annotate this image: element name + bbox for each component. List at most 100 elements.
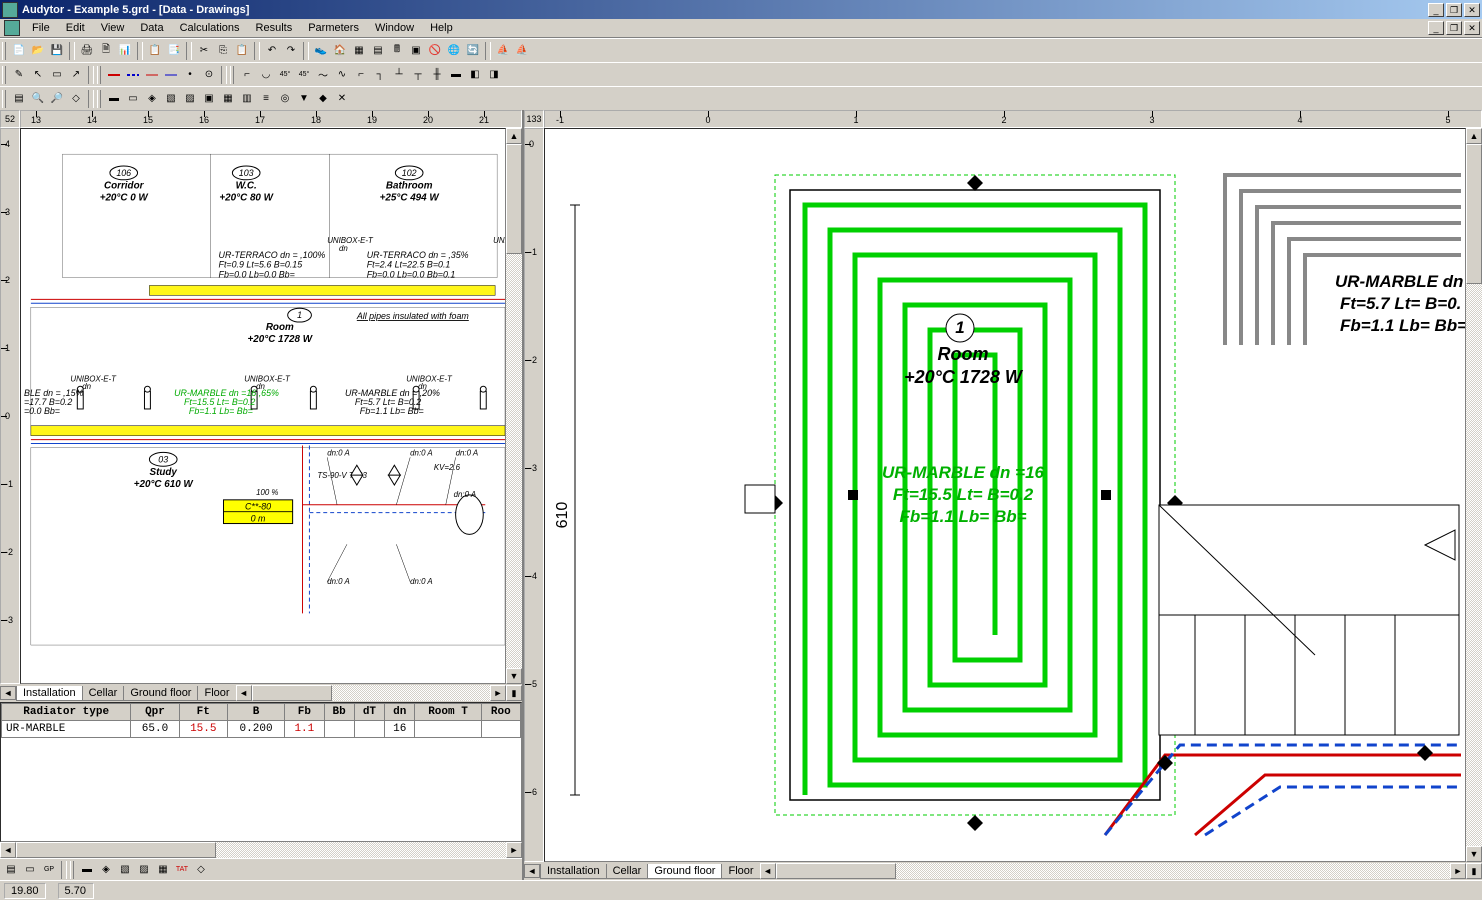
tab-cellar[interactable]: Cellar	[82, 686, 125, 701]
tab-installation[interactable]: Installation	[540, 864, 607, 879]
cut-button[interactable]: ✂	[195, 42, 213, 60]
erase-button[interactable]: ◇	[67, 90, 85, 108]
pointer-tool[interactable]: ✎	[10, 66, 28, 84]
warn-button[interactable]: 🚫	[426, 42, 444, 60]
opt3-button[interactable]: ◈	[143, 90, 161, 108]
pipe-blue-thin-button[interactable]	[162, 66, 180, 84]
toolbar-grip[interactable]	[97, 90, 101, 108]
select-tool[interactable]: ↖	[29, 66, 47, 84]
endpoint-button[interactable]: ⊙	[200, 66, 218, 84]
arc45b-button[interactable]: 45°	[295, 66, 313, 84]
opt9-button[interactable]: ≡	[257, 90, 275, 108]
opt13-button[interactable]: ✕	[333, 90, 351, 108]
refresh-button[interactable]: 🔄	[464, 42, 482, 60]
menu-help[interactable]: Help	[422, 20, 461, 36]
scroll-right-button[interactable]: ►	[1450, 863, 1466, 879]
toolbar-grip[interactable]	[2, 90, 6, 108]
mdi-restore-button[interactable]: ❐	[1446, 21, 1462, 35]
table-button[interactable]: ▦	[350, 42, 368, 60]
menu-parmeters[interactable]: Parmeters	[300, 20, 367, 36]
tab-floor[interactable]: Floor	[721, 864, 760, 879]
opt12-button[interactable]: ◆	[314, 90, 332, 108]
toolbar-grip[interactable]	[2, 42, 6, 60]
opt11-button[interactable]: ▼	[295, 90, 313, 108]
copy-sheet-button[interactable]: 📑	[165, 42, 183, 60]
left-canvas[interactable]: 106 Corridor +20°C 0 W 103 W.C. +20°C 80…	[20, 128, 506, 684]
maximize-button[interactable]: ❐	[1446, 3, 1462, 17]
opt8-button[interactable]: ▥	[238, 90, 256, 108]
menu-edit[interactable]: Edit	[58, 20, 93, 36]
tab-ground-floor[interactable]: Ground floor	[647, 864, 722, 879]
tab-installation[interactable]: Installation	[16, 686, 83, 701]
col-qpr[interactable]: Qpr	[131, 704, 179, 721]
scroll-up-button[interactable]: ▲	[506, 128, 522, 144]
col-roo[interactable]: Roo	[481, 704, 520, 721]
pipe-blue-dash-button[interactable]	[124, 66, 142, 84]
cell-b[interactable]: 0.200	[227, 721, 284, 738]
scroll-up-button[interactable]: ▲	[1466, 128, 1482, 144]
cell-qpr[interactable]: 65.0	[131, 721, 179, 738]
tee-up-button[interactable]: ┴	[390, 66, 408, 84]
elbow2-button[interactable]: ┐	[371, 66, 389, 84]
earth-button[interactable]: 🌐	[445, 42, 463, 60]
opt4-button[interactable]: ▧	[162, 90, 180, 108]
data-grid[interactable]: Radiator typeQprFtBFbBbdTdnRoom TRooUR-M…	[0, 702, 522, 842]
scroll-down-button[interactable]: ▼	[506, 668, 522, 684]
menu-view[interactable]: View	[93, 20, 133, 36]
device2-button[interactable]: ◨	[485, 66, 503, 84]
elbow-button[interactable]: ⌐	[352, 66, 370, 84]
tab-cellar[interactable]: Cellar	[606, 864, 649, 879]
col-ft[interactable]: Ft	[179, 704, 227, 721]
table-scroll-right-button[interactable]: ►	[506, 842, 522, 858]
cell-roomt[interactable]	[415, 721, 481, 738]
scroll-left-button[interactable]: ◄	[236, 685, 252, 701]
opt10-button[interactable]: ◎	[276, 90, 294, 108]
cell-type[interactable]: UR-MARBLE	[2, 721, 131, 738]
cell-dn[interactable]: 16	[385, 721, 415, 738]
arc-button[interactable]: ◡	[257, 66, 275, 84]
right-vertical-scrollbar[interactable]: ▲ ▼	[1466, 128, 1482, 862]
mini-opt1[interactable]: ▤	[2, 861, 20, 879]
split-button[interactable]: ▮	[1466, 863, 1482, 879]
close-button[interactable]: ✕	[1464, 3, 1480, 17]
cell-ft[interactable]: 15.5	[179, 721, 227, 738]
print-preview-button[interactable]: 🖨	[78, 42, 96, 60]
mini-opt3[interactable]: GP	[40, 861, 58, 879]
toolbar-grip[interactable]	[230, 66, 234, 84]
redo-button[interactable]: ↷	[282, 42, 300, 60]
tab-floor[interactable]: Floor	[197, 686, 236, 701]
zoom-out-button[interactable]: 🔎	[48, 90, 66, 108]
toolbar-grip[interactable]	[2, 66, 6, 84]
right-canvas[interactable]: 1 Room +20°C 1728 W UR-MARBLE dn =16 Ft=…	[544, 128, 1466, 862]
scroll-left-button[interactable]: ◄	[760, 863, 776, 879]
calc-button[interactable]: 🖩	[388, 42, 406, 60]
arrow-tool[interactable]: ↗	[67, 66, 85, 84]
menu-window[interactable]: Window	[367, 20, 422, 36]
curve2-button[interactable]: ∿	[333, 66, 351, 84]
seg-button[interactable]: ⌐	[238, 66, 256, 84]
menu-results[interactable]: Results	[248, 20, 301, 36]
save-button[interactable]: 💾	[48, 42, 66, 60]
undo-button[interactable]: ↶	[263, 42, 281, 60]
tab-nav-prev[interactable]: ◄	[0, 686, 16, 700]
col-dt[interactable]: dT	[354, 704, 384, 721]
results-button[interactable]: ▣	[407, 42, 425, 60]
toolbar-grip[interactable]	[70, 861, 74, 879]
mini-opt6[interactable]: ▧	[116, 861, 134, 879]
menu-file[interactable]: File	[24, 20, 58, 36]
opt7-button[interactable]: ▦	[219, 90, 237, 108]
split-button[interactable]: ▮	[506, 685, 522, 701]
mini-opt7[interactable]: ▨	[135, 861, 153, 879]
cell-roo[interactable]	[481, 721, 520, 738]
mini-opt10[interactable]: ◇	[192, 861, 210, 879]
cell-fb[interactable]: 1.1	[285, 721, 324, 738]
menu-calculations[interactable]: Calculations	[172, 20, 248, 36]
arc45-button[interactable]: 45°	[276, 66, 294, 84]
plan-right-button[interactable]: ⛵	[513, 42, 531, 60]
print-button[interactable]: 🗎	[97, 42, 115, 60]
cell-dt[interactable]	[354, 721, 384, 738]
new-button[interactable]: 📄	[10, 42, 28, 60]
table-scroll-left-button[interactable]: ◄	[0, 842, 16, 858]
tab-ground-floor[interactable]: Ground floor	[123, 686, 198, 701]
home-button[interactable]: 🏠	[331, 42, 349, 60]
